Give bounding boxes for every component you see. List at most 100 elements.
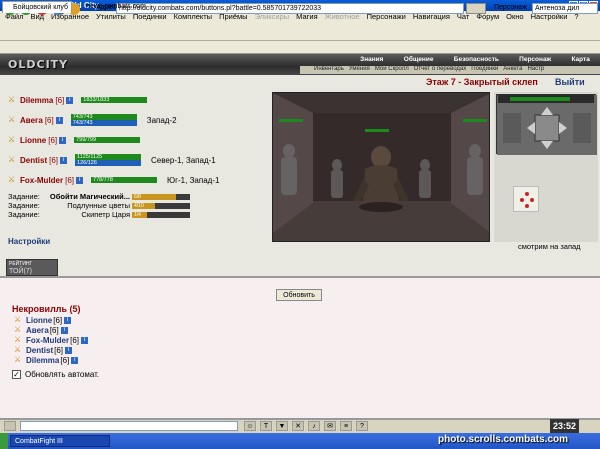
subnav-item[interactable]: Мой Скролл	[375, 66, 409, 74]
sound-icon[interactable]: ♪	[308, 421, 320, 431]
minimap[interactable]	[513, 186, 539, 212]
topnav-item[interactable]: Персонаж	[519, 56, 551, 65]
compass-widget	[496, 94, 597, 155]
task-label: Задание:	[8, 192, 40, 201]
subnav-item[interactable]: Отчет о переводах	[414, 66, 467, 74]
rating-badge[interactable]: РЕЙТИНГ ТОЙ(7)	[6, 259, 58, 276]
dungeon-scene	[273, 93, 489, 241]
room-member: ⚔ Авега [6] i	[14, 325, 214, 335]
task-progress-fill: 1/4	[132, 211, 147, 218]
player-name[interactable]: Dentist	[20, 156, 47, 165]
sword-icon: ⚔	[8, 135, 16, 144]
topnav-item[interactable]: Карта	[571, 56, 589, 65]
player-name[interactable]: Lionne	[20, 136, 46, 145]
task-progress-fill: 4/10	[132, 202, 156, 209]
player-name[interactable]: Авега	[20, 116, 43, 125]
smiley-icon[interactable]: ☺	[244, 421, 256, 431]
person-select[interactable]: Антеноза дил	[532, 3, 598, 14]
filter-icon[interactable]: ▼	[276, 421, 288, 431]
refresh-button[interactable]: Обновить	[276, 289, 322, 301]
compass-arrows[interactable]	[497, 95, 597, 155]
menu-item[interactable]: Окно	[506, 11, 523, 23]
clear-icon[interactable]: ✕	[292, 421, 304, 431]
help-icon[interactable]: ?	[356, 421, 368, 431]
info-icon[interactable]: i	[59, 136, 67, 144]
floor-title: Этаж 7 - Закрытый склеп	[426, 77, 538, 87]
player-row: ⚔ Dentist [6] i 1125/1125 126/126 Север-1, Зап…	[8, 150, 268, 170]
member-name[interactable]: Авега	[26, 326, 49, 335]
minimap-dots	[520, 192, 534, 208]
address-go-button[interactable]	[466, 3, 486, 14]
dungeon-view[interactable]	[272, 92, 490, 242]
player-row: ⚔ Dilemma [6] i 1833/1833	[8, 90, 268, 110]
sword-icon: ⚔	[14, 315, 22, 324]
info-icon[interactable]: i	[81, 336, 89, 344]
player-bars: 1833/1833	[81, 97, 151, 103]
subnav-item[interactable]: Настр	[527, 66, 544, 74]
player-row: ⚔ Lionne [6] i 799/799	[8, 130, 268, 150]
task-progress-bar: 6/8	[132, 193, 190, 200]
player-list: ⚔ Dilemma [6] i 1833/1833 ⚔ Авега [6] i 743/743 74…	[8, 90, 268, 190]
player-bars: 743/743 743/743	[70, 114, 141, 126]
player-name[interactable]: Dilemma	[20, 96, 53, 105]
member-name[interactable]: Lionne	[26, 316, 52, 325]
autorefresh-option[interactable]: ✓ Обновлять автомат.	[12, 370, 99, 379]
task-row: Задание: Скипетр Царя 1/4	[8, 210, 268, 219]
task-progress-fill: 6/8	[132, 193, 176, 200]
tab-news[interactable]: news.combats.com	[76, 1, 156, 13]
room-member: ⚔ Dilemma [6] i	[14, 355, 214, 365]
player-level: [6]	[44, 115, 54, 125]
info-icon[interactable]: i	[60, 156, 68, 164]
address-toolbar	[0, 23, 600, 41]
sword-icon: ⚔	[8, 155, 16, 164]
member-name[interactable]: Dentist	[26, 346, 53, 355]
topnav-item[interactable]: Знания	[360, 56, 383, 65]
translit-icon[interactable]: T	[260, 421, 272, 431]
sword-icon: ⚔	[14, 345, 22, 354]
player-bars: 778/778	[91, 177, 161, 183]
subnav-item[interactable]: Умения	[349, 66, 370, 74]
player-row: ⚔ Fox-Mulder [6] i 778/778 Юг-1, Запад-1	[8, 170, 268, 190]
look-direction-text: смотрим на запад	[518, 242, 581, 251]
info-icon[interactable]: i	[64, 316, 72, 324]
list-icon[interactable]: ≡	[340, 421, 352, 431]
tab-fight-club[interactable]: Бойцовский клуб	[2, 1, 72, 13]
player-name[interactable]: Fox-Mulder	[20, 176, 63, 185]
member-name[interactable]: Dilemma	[26, 356, 59, 365]
autorefresh-checkbox[interactable]: ✓	[12, 370, 21, 379]
topnav-item[interactable]: Общение	[404, 56, 434, 65]
info-icon[interactable]: i	[55, 116, 63, 124]
room-member: ⚔ Fox-Mulder [6] i	[14, 335, 214, 345]
info-icon[interactable]: i	[60, 326, 68, 334]
info-icon[interactable]: i	[76, 176, 84, 184]
subnav-item[interactable]: Поединки	[471, 66, 498, 74]
start-button[interactable]	[0, 433, 8, 449]
chat-toolbar: ☺ T ▼ ✕ ♪ ✉ ≡ ?	[244, 421, 368, 431]
info-icon[interactable]: i	[65, 346, 73, 354]
mana-bar: 126/126	[75, 160, 142, 166]
player-row: ⚔ Авега [6] i 743/743 743/743 Запад-2	[8, 110, 268, 130]
sword-icon: ⚔	[14, 355, 22, 364]
exit-link[interactable]: Выйти	[555, 77, 585, 87]
sword-icon: ⚔	[8, 175, 16, 184]
taskbar-item[interactable]: CombatFight III	[10, 435, 110, 447]
sword-icon: ⚔	[8, 115, 16, 124]
sword-icon: ⚔	[8, 95, 16, 104]
address-input[interactable]: http://oldcity.combats.com/buttons.pl?ba…	[116, 3, 464, 14]
hp-bar: 799/799	[74, 137, 141, 143]
tab-bar	[0, 41, 600, 54]
info-icon[interactable]: i	[66, 96, 74, 104]
member-name[interactable]: Fox-Mulder	[26, 336, 69, 345]
player-location: Север-1, Запад-1	[151, 155, 216, 165]
member-level: [6]	[49, 325, 59, 335]
topnav-item[interactable]: Безопасность	[454, 56, 499, 65]
chat-input[interactable]	[20, 421, 238, 431]
settings-link[interactable]: Настройки	[8, 237, 50, 246]
info-icon[interactable]: i	[71, 356, 79, 364]
subnav-item[interactable]: Инвентарь	[314, 66, 344, 74]
sub-nav: Инвентарь Умения Мой Скролл Отчет о перевод…	[300, 66, 600, 74]
member-level: [6]	[53, 315, 63, 325]
private-icon[interactable]: ✉	[324, 421, 336, 431]
subnav-item[interactable]: Анкета	[503, 66, 522, 74]
chat-mode-icon[interactable]	[4, 421, 16, 431]
